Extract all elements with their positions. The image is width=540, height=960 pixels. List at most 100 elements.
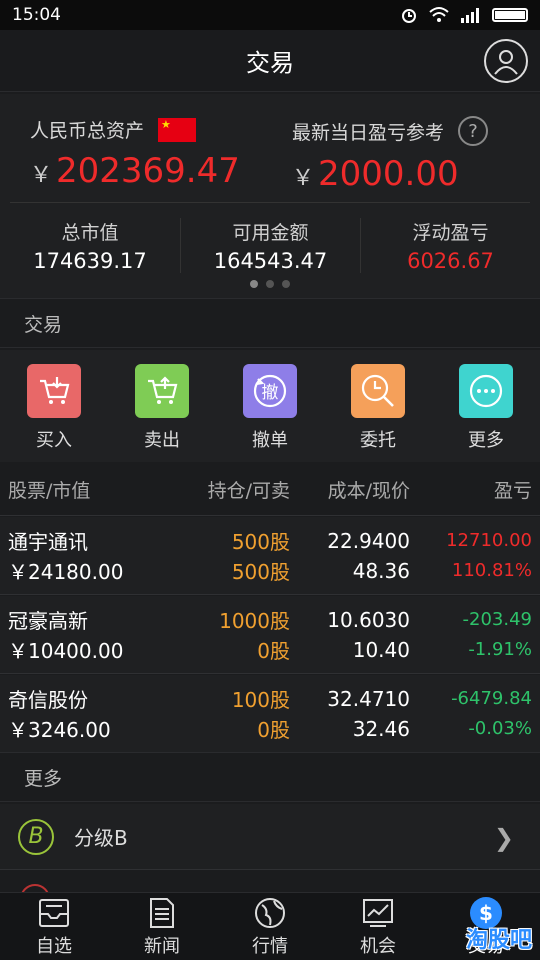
tab-label: 新闻 [144,935,180,957]
action-label: 撤单 [252,430,288,451]
china-flag-icon: ★ [158,117,197,142]
page-title: 交易 [246,49,294,77]
profit-loss: -203.49 [462,609,532,630]
stock-name: 奇信股份 [8,688,88,712]
stat-value: 6026.67 [407,249,494,273]
profit-loss: 12710.00 [446,530,532,551]
current-price: 48.36 [352,558,410,583]
daily-pl-label: 最新当日盈亏参考 [292,121,445,144]
rmb-total-assets: 人民币总资产 ★ ￥ 202369.47 [30,116,240,191]
action-label: 委托 [360,430,396,451]
orders-button[interactable]: 委托 [338,364,418,452]
cart-out-icon [135,364,189,418]
cost-price: 22.9400 [327,528,410,553]
more-button[interactable]: 更多 [446,364,526,452]
status-icons [400,6,528,24]
stat-label: 浮动盈亏 [412,222,489,244]
holdings-table-header: 股票/市值 持仓/可卖 成本/现价 盈亏 [0,464,540,516]
signal-icon [461,8,479,23]
avatar-button[interactable] [484,39,528,83]
bottom-tab-bar: 自选 新闻 行情 机会 $ 交易 [0,892,540,960]
news-icon [145,896,179,930]
rmb-total-label: 人民币总资产 [30,120,145,142]
sellable-qty: 0股 [257,718,290,742]
position-qty: 500股 [231,530,290,554]
cancel-order-button[interactable]: 撤 撤单 [230,364,310,452]
graded-b-icon: B [18,818,54,855]
market-value: ￥24180.00 [8,560,124,584]
column-header[interactable]: 股票/市值 [0,476,170,503]
asset-summary-panel[interactable]: 人民币总资产 ★ ￥ 202369.47 最新当日盈亏参考 ? ￥ 2000.0… [0,94,540,298]
table-row[interactable]: 奇信股份 100股 32.4710 -6479.84 ￥3246.00 0股 3… [0,675,540,753]
user-icon [494,50,518,75]
status-time: 15:04 [12,5,61,25]
battery-icon [492,8,528,22]
buy-button[interactable]: 买入 [14,364,94,452]
section-title-more: 更多 [0,752,540,802]
more-icon [459,364,513,418]
stat-label: 总市值 [61,222,119,244]
market-value: ￥10400.00 [8,639,124,663]
stat-floating-pl: 浮动盈亏 6026.67 [360,218,540,273]
position-qty: 1000股 [219,609,290,633]
stat-available-funds: 可用金额 164543.47 [180,218,360,273]
currency-symbol: ￥ [292,166,315,191]
status-bar: 15:04 [0,0,540,30]
current-price: 10.40 [352,637,410,662]
stock-name: 通宇通讯 [8,530,88,554]
undo-icon: 撤 [243,364,297,418]
profit-loss-pct: -0.03% [468,718,532,739]
search-clock-icon [351,364,405,418]
stock-name: 冠豪高新 [8,609,88,633]
action-label: 更多 [468,430,504,451]
sellable-qty: 0股 [257,639,290,663]
tab-opportunities[interactable]: 机会 [328,896,428,958]
currency-symbol: ￥ [30,163,53,188]
tab-news[interactable]: 新闻 [112,896,212,958]
chart-icon [361,896,395,930]
page-indicator [0,280,540,288]
table-row[interactable]: 冠豪高新 1000股 10.6030 -203.49 ￥10400.00 0股 … [0,596,540,674]
profit-loss: -6479.84 [451,688,532,709]
tab-label: 机会 [360,935,396,957]
cost-price: 10.6030 [327,607,410,632]
cost-price: 32.4710 [327,686,410,711]
asset-stats: 总市值 174639.17 可用金额 164543.47 浮动盈亏 6026.6… [0,218,540,273]
trade-actions: 买入 卖出 撤 撤单 委托 更多 [0,350,540,462]
rmb-total-value: 202369.47 [56,151,240,191]
help-icon[interactable]: ? [458,116,489,146]
page-dot [250,280,258,288]
alarm-icon [402,9,416,23]
chevron-right-icon: ❯ [493,824,514,852]
section-title-trade: 交易 [0,298,540,348]
stat-label: 可用金额 [232,222,309,244]
daily-pl-reference: 最新当日盈亏参考 ? ￥ 2000.00 [292,116,489,194]
column-header[interactable]: 持仓/可卖 [170,476,290,503]
tab-label: 自选 [36,935,72,957]
stat-market-value: 总市值 174639.17 [0,218,180,273]
undo-glyph: 撤 [262,383,279,403]
column-header[interactable]: 盈亏 [410,476,532,503]
list-item-graded-b[interactable]: B 分级B ❯ [0,804,540,870]
column-header[interactable]: 成本/现价 [290,476,410,503]
svg-text:$: $ [479,901,493,925]
table-row[interactable]: 通宇通讯 500股 22.9400 12710.00 ￥24180.00 500… [0,517,540,595]
header: 交易 [0,30,540,92]
page-dot [282,280,290,288]
sell-button[interactable]: 卖出 [122,364,202,452]
action-label: 买入 [36,430,72,451]
daily-pl-value: 2000.00 [318,154,459,194]
position-qty: 100股 [231,688,290,712]
list-item-label: 分级B [74,826,128,850]
watermark-logo: 淘股吧 [465,928,532,953]
profit-loss-pct: 110.81% [451,560,532,581]
tab-quotes[interactable]: 行情 [220,896,320,958]
cart-in-icon [27,364,81,418]
market-value: ￥3246.00 [8,718,111,742]
profit-loss-pct: -1.91% [468,639,532,660]
page-dot [266,280,274,288]
tab-label: 行情 [252,935,288,957]
action-label: 卖出 [144,430,180,451]
current-price: 32.46 [352,716,410,741]
tab-watchlist[interactable]: 自选 [4,896,104,958]
